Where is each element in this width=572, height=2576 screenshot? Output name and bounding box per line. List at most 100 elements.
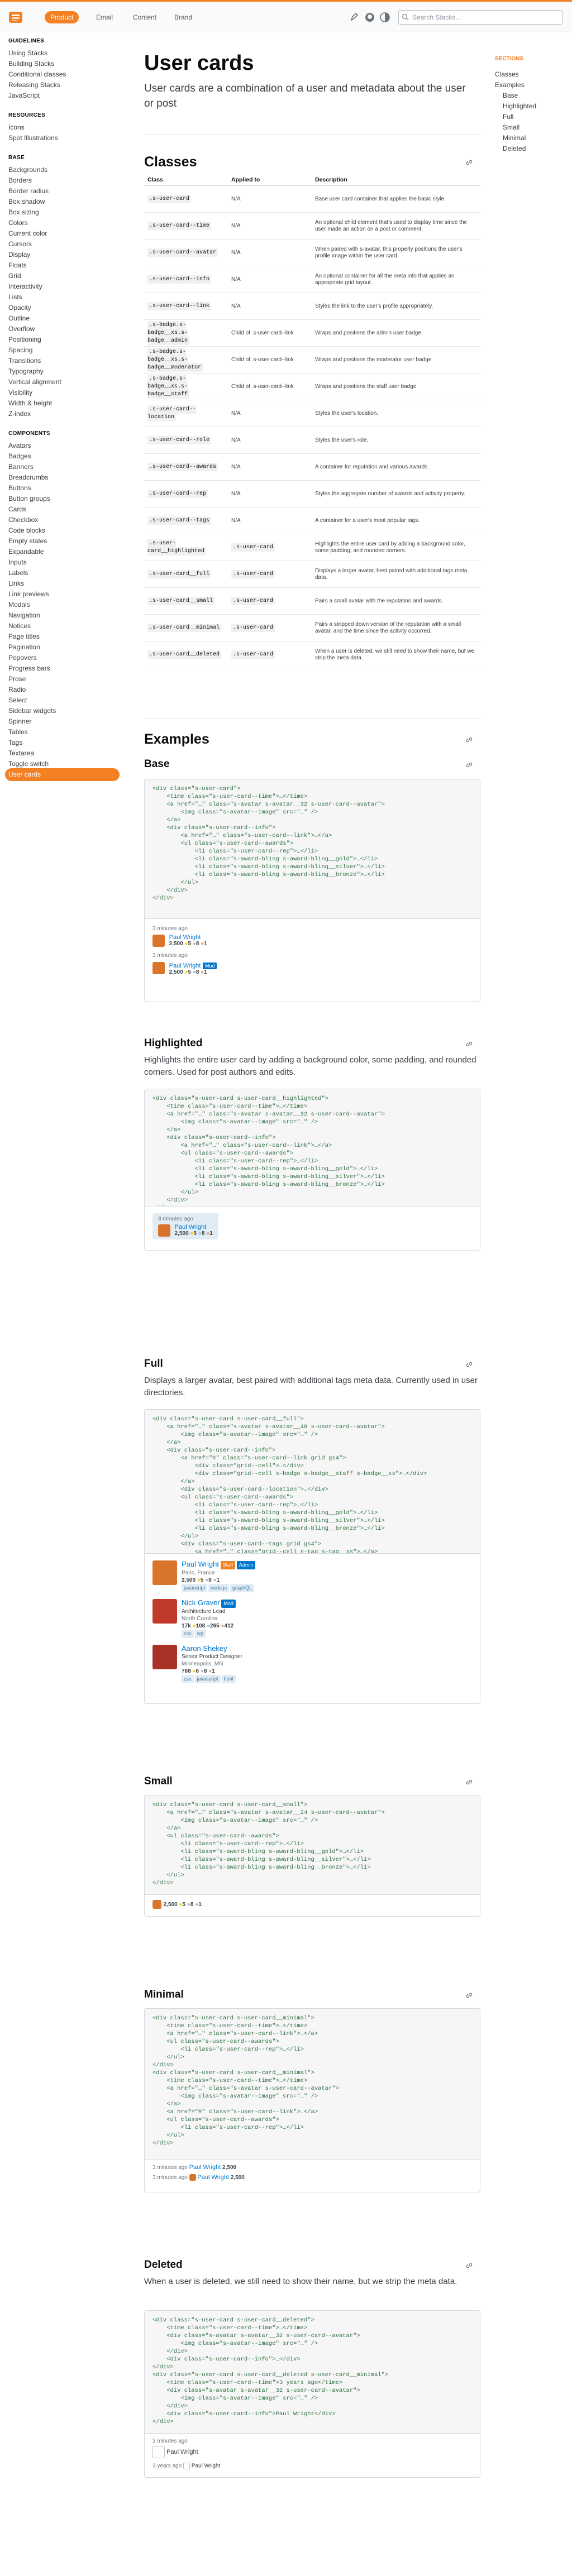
sidebar-item-progress-bars[interactable]: Progress bars <box>8 664 50 672</box>
sidebar-item-using-stacks[interactable]: Using Stacks <box>8 49 47 57</box>
tab-email[interactable]: Email <box>90 11 118 23</box>
stacks-logo-icon[interactable] <box>8 9 23 25</box>
dark-mode-icon[interactable] <box>379 12 390 23</box>
avatar[interactable] <box>152 934 165 947</box>
sidebar-item-navigation[interactable]: Navigation <box>8 611 40 619</box>
toc-item-classes[interactable]: Classes <box>495 70 519 78</box>
section-link-icon[interactable] <box>465 2262 473 2269</box>
sidebar-item-javascript[interactable]: JavaScript <box>8 92 40 99</box>
sidebar-item-outline[interactable]: Outline <box>8 314 30 322</box>
toc-item-highlighted[interactable]: Highlighted <box>503 102 536 110</box>
sidebar-item-tables[interactable]: Tables <box>8 728 28 736</box>
sidebar-item-floats[interactable]: Floats <box>8 261 27 269</box>
user-card-link[interactable]: Paul Wright <box>169 963 201 969</box>
sidebar-item-current-color[interactable]: Current color <box>8 229 47 237</box>
sidebar-item-border-radius[interactable]: Border radius <box>8 187 49 195</box>
section-link-icon[interactable] <box>465 761 473 769</box>
avatar[interactable] <box>152 1560 177 1585</box>
sidebar-item-icons[interactable]: Icons <box>8 123 25 131</box>
sidebar-item-lists[interactable]: Lists <box>8 293 22 301</box>
toc-item-small[interactable]: Small <box>503 123 519 131</box>
sidebar-item-colors[interactable]: Colors <box>8 219 28 227</box>
sidebar-item-toggle-switch[interactable]: Toggle switch <box>8 760 49 768</box>
sidebar-item-borders[interactable]: Borders <box>8 176 32 184</box>
sidebar-item-labels[interactable]: Labels <box>8 569 28 577</box>
tab-content[interactable]: Content <box>127 11 162 23</box>
tag[interactable]: css <box>182 1674 194 1683</box>
sidebar-item-checkbox[interactable]: Checkbox <box>8 516 38 524</box>
sidebar-item-user-cards[interactable]: User cards <box>5 768 120 781</box>
sidebar-item-releasing-stacks[interactable]: Releasing Stacks <box>8 81 60 89</box>
sidebar-item-tags[interactable]: Tags <box>8 739 22 746</box>
sidebar-item-backgrounds[interactable]: Backgrounds <box>8 166 47 174</box>
sidebar-item-interactivity[interactable]: Interactivity <box>8 283 42 290</box>
sidebar-item-modals[interactable]: Modals <box>8 601 30 609</box>
avatar[interactable] <box>152 962 165 974</box>
sidebar-item-page-titles[interactable]: Page titles <box>8 633 40 640</box>
sidebar-item-width-height[interactable]: Width & height <box>8 399 52 407</box>
sidebar-item-visibility[interactable]: Visibility <box>8 389 32 396</box>
sidebar-item-link-previews[interactable]: Link previews <box>8 590 49 598</box>
sidebar-item-z-index[interactable]: Z-index <box>8 410 31 418</box>
section-link-icon[interactable] <box>465 159 473 166</box>
tab-brand[interactable]: Brand <box>169 11 198 23</box>
avatar[interactable] <box>189 2174 196 2181</box>
avatar[interactable] <box>152 1644 177 1669</box>
user-card-link[interactable]: Paul Wright <box>189 2164 221 2171</box>
code-block[interactable]: <div class="s-user-card s-user-card__min… <box>145 2009 480 2160</box>
sidebar-item-notices[interactable]: Notices <box>8 622 31 630</box>
sidebar-item-button-groups[interactable]: Button groups <box>8 495 50 502</box>
sidebar-item-typography[interactable]: Typography <box>8 367 44 375</box>
sidebar-item-banners[interactable]: Banners <box>8 463 34 471</box>
avatar[interactable] <box>152 1598 177 1624</box>
search-input[interactable]: Search Stacks... <box>398 10 563 25</box>
sidebar-item-pagination[interactable]: Pagination <box>8 643 40 651</box>
tag[interactable]: javascript <box>182 1583 208 1592</box>
section-link-icon[interactable] <box>465 736 473 744</box>
sidebar-item-spacing[interactable]: Spacing <box>8 346 32 354</box>
sidebar-item-avatars[interactable]: Avatars <box>8 442 31 449</box>
sidebar-item-conditional-classes[interactable]: Conditional classes <box>8 70 66 78</box>
code-block[interactable]: <div class="s-user-card s-user-card__del… <box>145 2311 480 2434</box>
tab-product[interactable]: Product <box>45 11 79 23</box>
sidebar-item-positioning[interactable]: Positioning <box>8 336 41 343</box>
toc-item-minimal[interactable]: Minimal <box>503 134 526 142</box>
tag[interactable]: node.js <box>208 1583 230 1592</box>
avatar[interactable] <box>152 1899 161 1909</box>
avatar[interactable] <box>158 1224 170 1237</box>
sidebar-item-building-stacks[interactable]: Building Stacks <box>8 60 54 68</box>
github-icon[interactable] <box>364 12 375 23</box>
sidebar-item-display[interactable]: Display <box>8 251 30 258</box>
sidebar-item-overflow[interactable]: Overflow <box>8 325 35 333</box>
toc-item-base[interactable]: Base <box>503 92 518 99</box>
sidebar-item-breadcrumbs[interactable]: Breadcrumbs <box>8 473 48 481</box>
sidebar-item-opacity[interactable]: Opacity <box>8 304 31 312</box>
sidebar-item-cards[interactable]: Cards <box>8 505 26 513</box>
tag[interactable]: javascript <box>194 1674 221 1683</box>
code-block[interactable]: <div class="s-user-card s-user-card__hig… <box>145 1089 480 1206</box>
sidebar-item-vertical-alignment[interactable]: Vertical alignment <box>8 378 61 386</box>
sidebar-item-code-blocks[interactable]: Code blocks <box>8 526 45 534</box>
section-link-icon[interactable] <box>465 1991 473 1999</box>
sidebar-item-box-shadow[interactable]: Box shadow <box>8 198 45 205</box>
user-card-link[interactable]: Paul Wright <box>182 1560 219 1568</box>
toc-item-deleted[interactable]: Deleted <box>503 145 526 152</box>
edit-icon[interactable] <box>349 12 360 23</box>
sidebar-item-prose[interactable]: Prose <box>8 675 26 683</box>
sidebar-item-spot-illustrations[interactable]: Spot Illustrations <box>8 134 58 142</box>
sidebar-item-radio[interactable]: Radio <box>8 686 26 693</box>
tag[interactable]: css <box>182 1629 194 1638</box>
toc-item-examples[interactable]: Examples <box>495 81 525 89</box>
user-card-link[interactable]: Nick Graver <box>182 1598 220 1607</box>
sidebar-item-expandable[interactable]: Expandable <box>8 548 44 556</box>
tag[interactable]: graphQL <box>230 1583 255 1592</box>
sidebar-item-empty-states[interactable]: Empty states <box>8 537 47 545</box>
user-card-link[interactable]: Paul Wright <box>169 934 207 941</box>
code-block[interactable]: <div class="s-user-card s-user-card__ful… <box>145 1410 480 1554</box>
sidebar-item-buttons[interactable]: Buttons <box>8 484 31 492</box>
code-block[interactable]: <div class="s-user-card s-user-card__sma… <box>145 1795 480 1895</box>
code-block[interactable]: <div class="s-user-card"> <time class="s… <box>145 779 480 919</box>
sidebar-item-textarea[interactable]: Textarea <box>8 749 34 757</box>
sidebar-item-select[interactable]: Select <box>8 696 27 704</box>
sidebar-item-transitions[interactable]: Transitions <box>8 357 41 365</box>
